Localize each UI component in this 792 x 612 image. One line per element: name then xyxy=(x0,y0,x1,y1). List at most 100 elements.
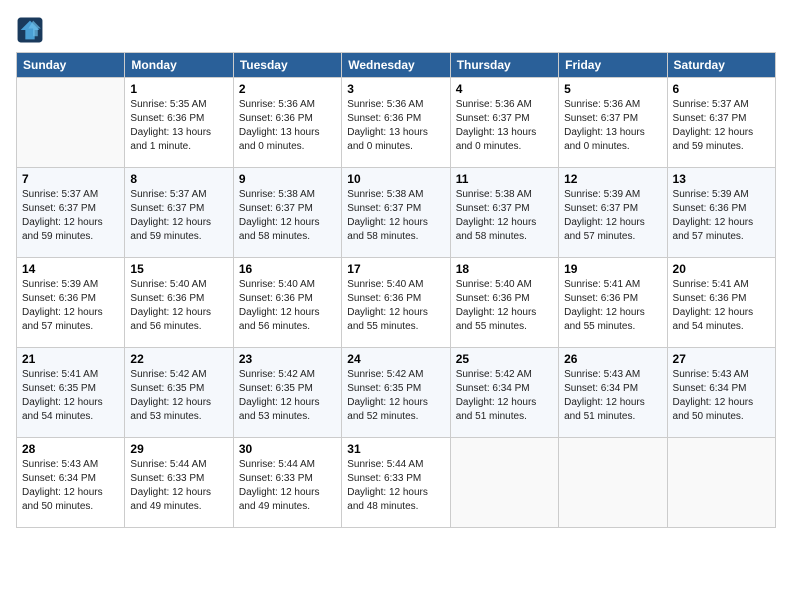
calendar-week-row: 21 Sunrise: 5:41 AMSunset: 6:35 PMDaylig… xyxy=(17,348,776,438)
calendar-cell: 15 Sunrise: 5:40 AMSunset: 6:36 PMDaylig… xyxy=(125,258,233,348)
calendar-table: SundayMondayTuesdayWednesdayThursdayFrid… xyxy=(16,52,776,528)
calendar-cell xyxy=(667,438,775,528)
calendar-cell: 19 Sunrise: 5:41 AMSunset: 6:36 PMDaylig… xyxy=(559,258,667,348)
day-info: Sunrise: 5:38 AMSunset: 6:37 PMDaylight:… xyxy=(347,189,428,242)
day-info: Sunrise: 5:36 AMSunset: 6:36 PMDaylight:… xyxy=(347,99,428,152)
calendar-cell: 22 Sunrise: 5:42 AMSunset: 6:35 PMDaylig… xyxy=(125,348,233,438)
calendar-cell: 1 Sunrise: 5:35 AMSunset: 6:36 PMDayligh… xyxy=(125,78,233,168)
day-info: Sunrise: 5:40 AMSunset: 6:36 PMDaylight:… xyxy=(239,279,320,332)
day-header-sunday: Sunday xyxy=(17,53,125,78)
day-number: 13 xyxy=(673,172,770,186)
day-number: 10 xyxy=(347,172,444,186)
calendar-cell: 18 Sunrise: 5:40 AMSunset: 6:36 PMDaylig… xyxy=(450,258,558,348)
calendar-week-row: 28 Sunrise: 5:43 AMSunset: 6:34 PMDaylig… xyxy=(17,438,776,528)
calendar-cell: 26 Sunrise: 5:43 AMSunset: 6:34 PMDaylig… xyxy=(559,348,667,438)
calendar-cell: 23 Sunrise: 5:42 AMSunset: 6:35 PMDaylig… xyxy=(233,348,341,438)
calendar-cell: 28 Sunrise: 5:43 AMSunset: 6:34 PMDaylig… xyxy=(17,438,125,528)
day-info: Sunrise: 5:42 AMSunset: 6:35 PMDaylight:… xyxy=(130,369,211,422)
calendar-cell: 29 Sunrise: 5:44 AMSunset: 6:33 PMDaylig… xyxy=(125,438,233,528)
calendar-cell: 20 Sunrise: 5:41 AMSunset: 6:36 PMDaylig… xyxy=(667,258,775,348)
day-info: Sunrise: 5:39 AMSunset: 6:37 PMDaylight:… xyxy=(564,189,645,242)
day-info: Sunrise: 5:42 AMSunset: 6:35 PMDaylight:… xyxy=(239,369,320,422)
calendar-cell: 24 Sunrise: 5:42 AMSunset: 6:35 PMDaylig… xyxy=(342,348,450,438)
day-number: 31 xyxy=(347,442,444,456)
calendar-cell: 2 Sunrise: 5:36 AMSunset: 6:36 PMDayligh… xyxy=(233,78,341,168)
day-number: 21 xyxy=(22,352,119,366)
day-number: 7 xyxy=(22,172,119,186)
calendar-cell: 27 Sunrise: 5:43 AMSunset: 6:34 PMDaylig… xyxy=(667,348,775,438)
calendar-week-row: 14 Sunrise: 5:39 AMSunset: 6:36 PMDaylig… xyxy=(17,258,776,348)
calendar-cell: 11 Sunrise: 5:38 AMSunset: 6:37 PMDaylig… xyxy=(450,168,558,258)
day-info: Sunrise: 5:44 AMSunset: 6:33 PMDaylight:… xyxy=(239,459,320,512)
calendar-cell: 10 Sunrise: 5:38 AMSunset: 6:37 PMDaylig… xyxy=(342,168,450,258)
calendar-cell xyxy=(450,438,558,528)
day-number: 12 xyxy=(564,172,661,186)
day-number: 16 xyxy=(239,262,336,276)
day-number: 11 xyxy=(456,172,553,186)
day-info: Sunrise: 5:43 AMSunset: 6:34 PMDaylight:… xyxy=(22,459,103,512)
day-number: 2 xyxy=(239,82,336,96)
day-number: 4 xyxy=(456,82,553,96)
day-number: 9 xyxy=(239,172,336,186)
day-info: Sunrise: 5:39 AMSunset: 6:36 PMDaylight:… xyxy=(22,279,103,332)
day-info: Sunrise: 5:41 AMSunset: 6:36 PMDaylight:… xyxy=(673,279,754,332)
calendar-cell: 12 Sunrise: 5:39 AMSunset: 6:37 PMDaylig… xyxy=(559,168,667,258)
day-info: Sunrise: 5:42 AMSunset: 6:34 PMDaylight:… xyxy=(456,369,537,422)
day-info: Sunrise: 5:41 AMSunset: 6:36 PMDaylight:… xyxy=(564,279,645,332)
day-info: Sunrise: 5:35 AMSunset: 6:36 PMDaylight:… xyxy=(130,99,211,152)
day-info: Sunrise: 5:40 AMSunset: 6:36 PMDaylight:… xyxy=(130,279,211,332)
calendar-cell: 4 Sunrise: 5:36 AMSunset: 6:37 PMDayligh… xyxy=(450,78,558,168)
day-number: 28 xyxy=(22,442,119,456)
day-info: Sunrise: 5:42 AMSunset: 6:35 PMDaylight:… xyxy=(347,369,428,422)
day-number: 18 xyxy=(456,262,553,276)
day-header-monday: Monday xyxy=(125,53,233,78)
day-number: 15 xyxy=(130,262,227,276)
day-info: Sunrise: 5:36 AMSunset: 6:37 PMDaylight:… xyxy=(564,99,645,152)
calendar-cell: 3 Sunrise: 5:36 AMSunset: 6:36 PMDayligh… xyxy=(342,78,450,168)
day-info: Sunrise: 5:37 AMSunset: 6:37 PMDaylight:… xyxy=(22,189,103,242)
day-info: Sunrise: 5:36 AMSunset: 6:36 PMDaylight:… xyxy=(239,99,320,152)
day-number: 30 xyxy=(239,442,336,456)
day-number: 24 xyxy=(347,352,444,366)
day-number: 25 xyxy=(456,352,553,366)
day-number: 1 xyxy=(130,82,227,96)
day-header-wednesday: Wednesday xyxy=(342,53,450,78)
calendar-cell: 17 Sunrise: 5:40 AMSunset: 6:36 PMDaylig… xyxy=(342,258,450,348)
day-header-tuesday: Tuesday xyxy=(233,53,341,78)
logo-icon xyxy=(16,16,44,44)
day-number: 20 xyxy=(673,262,770,276)
day-info: Sunrise: 5:39 AMSunset: 6:36 PMDaylight:… xyxy=(673,189,754,242)
day-number: 27 xyxy=(673,352,770,366)
calendar-cell xyxy=(559,438,667,528)
calendar-week-row: 1 Sunrise: 5:35 AMSunset: 6:36 PMDayligh… xyxy=(17,78,776,168)
calendar-cell: 14 Sunrise: 5:39 AMSunset: 6:36 PMDaylig… xyxy=(17,258,125,348)
day-number: 29 xyxy=(130,442,227,456)
day-number: 17 xyxy=(347,262,444,276)
calendar-cell: 5 Sunrise: 5:36 AMSunset: 6:37 PMDayligh… xyxy=(559,78,667,168)
calendar-cell: 30 Sunrise: 5:44 AMSunset: 6:33 PMDaylig… xyxy=(233,438,341,528)
day-number: 14 xyxy=(22,262,119,276)
calendar-cell: 8 Sunrise: 5:37 AMSunset: 6:37 PMDayligh… xyxy=(125,168,233,258)
calendar-cell: 7 Sunrise: 5:37 AMSunset: 6:37 PMDayligh… xyxy=(17,168,125,258)
day-number: 26 xyxy=(564,352,661,366)
day-number: 8 xyxy=(130,172,227,186)
calendar-cell xyxy=(17,78,125,168)
day-info: Sunrise: 5:40 AMSunset: 6:36 PMDaylight:… xyxy=(456,279,537,332)
page-header xyxy=(16,16,776,44)
day-info: Sunrise: 5:38 AMSunset: 6:37 PMDaylight:… xyxy=(239,189,320,242)
day-header-thursday: Thursday xyxy=(450,53,558,78)
day-info: Sunrise: 5:38 AMSunset: 6:37 PMDaylight:… xyxy=(456,189,537,242)
calendar-header-row: SundayMondayTuesdayWednesdayThursdayFrid… xyxy=(17,53,776,78)
day-number: 3 xyxy=(347,82,444,96)
day-info: Sunrise: 5:44 AMSunset: 6:33 PMDaylight:… xyxy=(130,459,211,512)
logo xyxy=(16,16,48,44)
calendar-cell: 31 Sunrise: 5:44 AMSunset: 6:33 PMDaylig… xyxy=(342,438,450,528)
day-header-saturday: Saturday xyxy=(667,53,775,78)
calendar-cell: 21 Sunrise: 5:41 AMSunset: 6:35 PMDaylig… xyxy=(17,348,125,438)
day-info: Sunrise: 5:43 AMSunset: 6:34 PMDaylight:… xyxy=(673,369,754,422)
calendar-cell: 13 Sunrise: 5:39 AMSunset: 6:36 PMDaylig… xyxy=(667,168,775,258)
day-number: 6 xyxy=(673,82,770,96)
day-info: Sunrise: 5:37 AMSunset: 6:37 PMDaylight:… xyxy=(673,99,754,152)
day-info: Sunrise: 5:37 AMSunset: 6:37 PMDaylight:… xyxy=(130,189,211,242)
day-info: Sunrise: 5:43 AMSunset: 6:34 PMDaylight:… xyxy=(564,369,645,422)
